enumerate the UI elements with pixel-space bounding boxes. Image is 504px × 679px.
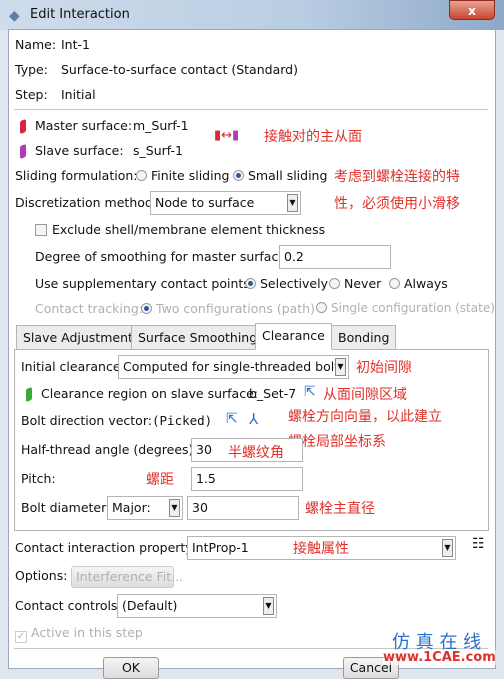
clearance-region-value: b_Set-7 (249, 386, 297, 401)
master-value: m_Surf-1 (133, 118, 189, 133)
pick-vector-cursor-icon[interactable]: ⇱ (226, 411, 238, 427)
radio-icon (316, 302, 327, 313)
tracking-label: Contact tracking: (35, 301, 143, 316)
csys-axis-icon[interactable]: ⅄ (249, 410, 258, 428)
chevron-down-icon: ▼ (442, 539, 453, 557)
controls-label: Contact controls: (15, 598, 122, 613)
divider (14, 109, 488, 110)
option-label: Selectively (260, 276, 328, 291)
checkbox-label: Exclude shell/membrane element thickness (52, 222, 326, 237)
annotation-diameter: 螺栓主直径 (305, 501, 375, 517)
watermark-url: www.1CAE.com (383, 650, 496, 665)
initial-clearance-select[interactable]: Computed for single-threaded bolt ▼ (118, 355, 349, 379)
step-label: Step: (15, 87, 48, 102)
radio-small-sliding[interactable]: Small sliding (233, 168, 327, 183)
select-value: (Default) (122, 598, 178, 613)
checkbox-icon (35, 224, 47, 236)
radio-always[interactable]: Always (389, 276, 448, 291)
option-label: Small sliding (248, 168, 328, 183)
app-icon: ◆ (9, 8, 20, 24)
annotation-region: 从面间隙区域 (323, 387, 407, 403)
option-label: Two configurations (path) (156, 301, 315, 316)
chevron-down-icon: ▼ (169, 499, 180, 517)
pitch-input[interactable]: 1.5 (191, 467, 303, 491)
radio-single-configuration[interactable]: Single configuration (state) (316, 301, 495, 315)
options-label: Options: (15, 568, 68, 583)
name-value: Int-1 (61, 37, 90, 52)
tab-clearance[interactable]: Clearance (255, 323, 332, 350)
smoothing-input[interactable]: 0.2 (279, 245, 391, 269)
property-label: Contact interaction property: (15, 540, 196, 555)
close-button[interactable]: x (449, 0, 495, 20)
radio-icon (245, 278, 256, 289)
contact-pair-icon[interactable]: ▮↔▮ (214, 128, 239, 143)
tab-bonding[interactable]: Bonding (331, 325, 397, 350)
annotation-sliding-1: 考虑到螺栓连接的特 (334, 169, 460, 185)
radio-icon (136, 170, 147, 181)
half-thread-label: Half-thread angle (degrees): (21, 442, 198, 457)
chevron-down-icon: ▼ (263, 597, 274, 615)
checkbox-label: Active in this step (31, 625, 143, 640)
window-title: Edit Interaction (30, 7, 130, 22)
tab-surface-smoothing[interactable]: Surface Smoothing (131, 325, 265, 350)
clearance-region-icon (26, 386, 32, 403)
discretization-select[interactable]: Node to surface ▼ (150, 191, 301, 215)
bolt-diameter-label: Bolt diameter: (21, 500, 111, 515)
property-manager-icon[interactable]: ☷ (472, 536, 485, 552)
interference-fit-button[interactable]: Interference Fit... (71, 566, 183, 588)
slave-value: s_Surf-1 (133, 143, 183, 158)
radio-icon (389, 278, 400, 289)
bolt-direction-label: Bolt direction vector: (21, 413, 152, 428)
ok-button[interactable]: OK (103, 657, 159, 679)
radio-two-configurations[interactable]: Two configurations (path) (141, 301, 315, 316)
step-value: Initial (61, 87, 96, 102)
bolt-diameter-type-select[interactable]: Major: ▼ (107, 496, 183, 520)
annotation-property: 接触属性 (293, 541, 349, 557)
slave-label: Slave surface: (35, 143, 124, 158)
type-value: Surface-to-surface contact (Standard) (61, 62, 298, 77)
check-icon: ✓ (15, 631, 27, 643)
tab-slave-adjustment[interactable]: Slave Adjustment (16, 325, 140, 350)
radio-finite-sliding[interactable]: Finite sliding (136, 168, 229, 183)
initial-clearance-label: Initial clearance: (21, 359, 125, 374)
select-value: IntProp-1 (192, 540, 249, 555)
slave-surface-icon (20, 143, 26, 160)
select-value: Node to surface (155, 195, 255, 210)
radio-icon (233, 170, 244, 181)
radio-icon (329, 278, 340, 289)
discretization-label: Discretization method: (15, 195, 158, 210)
option-label: Finite sliding (151, 168, 230, 183)
exclude-thickness-checkbox[interactable]: Exclude shell/membrane element thickness (35, 222, 325, 237)
sliding-label: Sliding formulation: (15, 168, 138, 183)
name-label: Name: (15, 37, 57, 52)
option-label: Never (344, 276, 382, 291)
annotation-pitch: 螺距 (146, 472, 174, 488)
master-label: Master surface: (35, 118, 133, 133)
annotation-sliding-2: 性，必须使用小滑移 (334, 196, 460, 212)
type-label: Type: (15, 62, 48, 77)
chevron-down-icon: ▼ (335, 358, 346, 376)
bolt-direction-value: (Picked) (152, 413, 213, 428)
annotation-surfaces: 接触对的主从面 (264, 129, 362, 145)
radio-icon (141, 303, 152, 314)
bolt-diameter-input[interactable]: 30 (187, 496, 299, 520)
annotation-initial: 初始间隙 (356, 360, 412, 376)
supplementary-label: Use supplementary contact points: (35, 276, 255, 291)
chevron-down-icon: ▼ (287, 194, 298, 212)
select-value: Major: (112, 500, 151, 515)
clearance-region-label: Clearance region on slave surface: (41, 386, 258, 401)
smoothing-label: Degree of smoothing for master surface: (35, 249, 291, 264)
option-label: Single configuration (state) (331, 301, 495, 315)
option-label: Always (404, 276, 448, 291)
annotation-half: 半螺纹角 (228, 445, 284, 461)
radio-selectively[interactable]: Selectively (245, 276, 328, 291)
controls-select[interactable]: (Default) ▼ (117, 594, 277, 618)
select-region-cursor-icon[interactable]: ⇱ (304, 384, 316, 400)
radio-never[interactable]: Never (329, 276, 381, 291)
select-value: Computed for single-threaded bolt (123, 359, 340, 374)
pitch-label: Pitch: (21, 471, 56, 486)
master-surface-icon (20, 118, 26, 135)
active-checkbox[interactable]: ✓ Active in this step (15, 625, 143, 643)
annotation-bolt-1: 螺栓方向向量，以此建立 (288, 409, 442, 425)
